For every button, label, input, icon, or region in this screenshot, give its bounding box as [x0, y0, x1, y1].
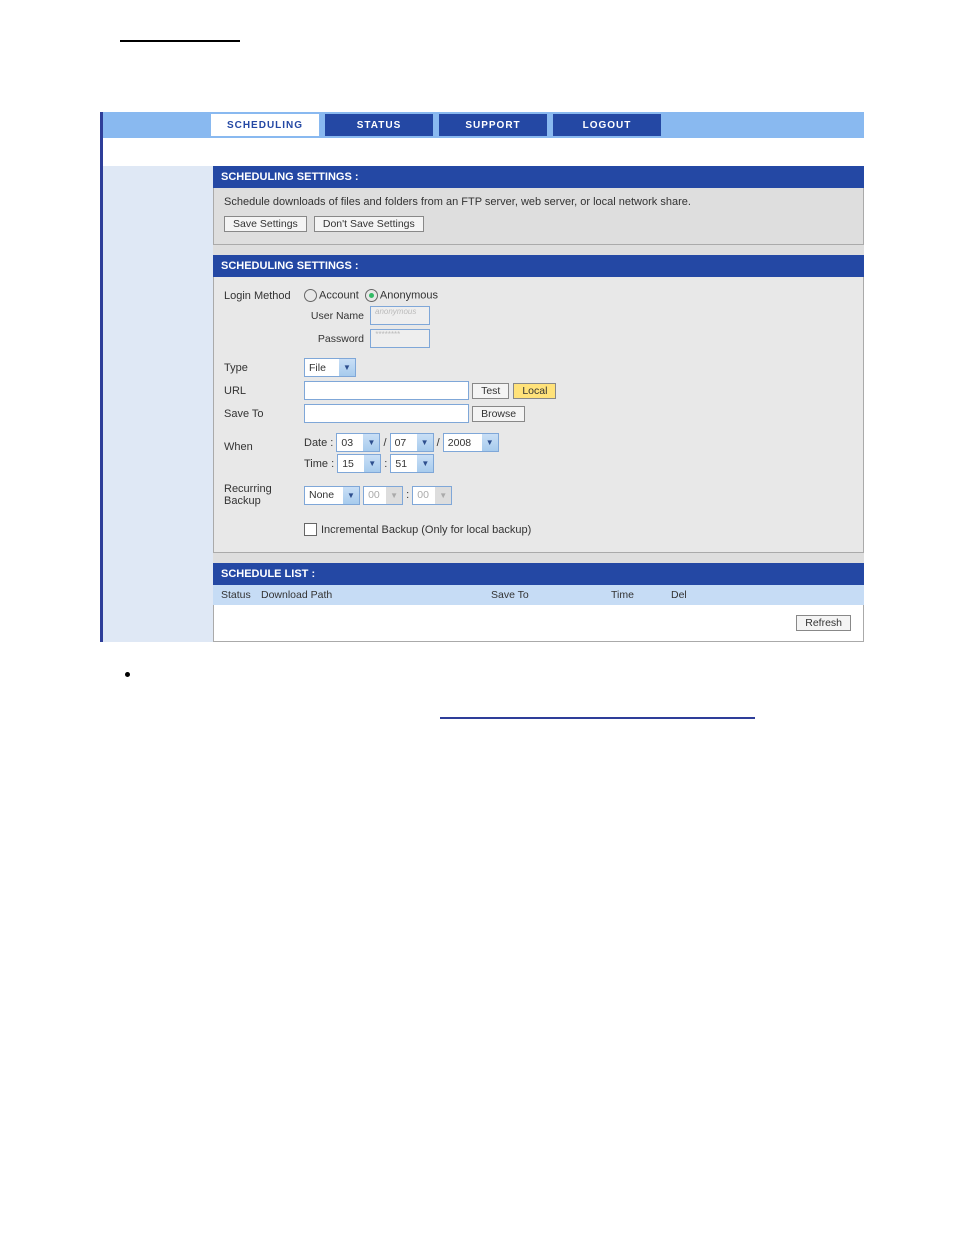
time-hour-select[interactable]: 15 ▼ [337, 454, 381, 473]
browse-button[interactable]: Browse [472, 406, 525, 422]
url-field[interactable] [304, 381, 469, 400]
type-select-value: File [309, 362, 335, 374]
password-label: Password [304, 333, 370, 345]
chevron-down-icon: ▼ [482, 434, 498, 451]
date-year-select[interactable]: 2008 ▼ [443, 433, 499, 452]
when-label: When [224, 433, 304, 453]
schedule-list-title: SCHEDULE LIST : [213, 563, 864, 585]
recurring-hour-select[interactable]: 00 ▼ [363, 486, 403, 505]
url-label: URL [224, 385, 304, 397]
date-day-select[interactable]: 07 ▼ [390, 433, 434, 452]
link-divider [440, 717, 755, 719]
tab-status[interactable]: STATUS [325, 114, 433, 136]
col-del: Del [671, 589, 701, 601]
chevron-down-icon: ▼ [339, 359, 355, 376]
schedule-list-header: Status Download Path Save To Time Del [213, 585, 864, 605]
col-status: Status [221, 589, 261, 601]
type-select[interactable]: File ▼ [304, 358, 356, 377]
intro-panel-title: SCHEDULING SETTINGS : [213, 166, 864, 188]
col-save-to: Save To [491, 589, 611, 601]
col-time: Time [611, 589, 671, 601]
save-settings-button[interactable]: Save Settings [224, 216, 307, 232]
chevron-down-icon: ▼ [343, 487, 359, 504]
chevron-down-icon: ▼ [417, 434, 433, 451]
radio-account[interactable]: Account [304, 289, 359, 302]
top-divider [120, 40, 240, 42]
time-label: Time : [304, 458, 334, 470]
chevron-down-icon: ▼ [435, 487, 451, 504]
username-label: User Name [304, 310, 370, 322]
tab-label: SCHEDULING [227, 120, 303, 131]
date-month-select[interactable]: 03 ▼ [336, 433, 380, 452]
radio-anonymous[interactable]: Anonymous [365, 289, 438, 302]
chevron-down-icon: ▼ [386, 487, 402, 504]
date-label: Date : [304, 437, 333, 449]
local-button[interactable]: Local [513, 383, 556, 399]
dont-save-settings-button[interactable]: Don't Save Settings [314, 216, 424, 232]
test-button[interactable]: Test [472, 383, 509, 399]
radio-anonymous-label: Anonymous [380, 289, 438, 301]
type-label: Type [224, 362, 304, 374]
refresh-button[interactable]: Refresh [796, 615, 851, 631]
col-download-path: Download Path [261, 589, 491, 601]
username-field[interactable]: anonymous [370, 306, 430, 325]
tab-support[interactable]: SUPPORT [439, 114, 547, 136]
tab-logout[interactable]: LOGOUT [553, 114, 661, 136]
login-method-label: Login Method [224, 290, 304, 302]
recurring-label: Recurring Backup [224, 483, 304, 507]
password-field[interactable]: ******** [370, 329, 430, 348]
chevron-down-icon: ▼ [363, 434, 379, 451]
chevron-down-icon: ▼ [417, 455, 433, 472]
radio-account-label: Account [319, 289, 359, 301]
saveto-field[interactable] [304, 404, 469, 423]
settings-panel-title: SCHEDULING SETTINGS : [213, 255, 864, 277]
top-nav: SCHEDULING STATUS SUPPORT LOGOUT [103, 112, 864, 138]
time-minute-select[interactable]: 51 ▼ [390, 454, 434, 473]
recurring-select[interactable]: None ▼ [304, 486, 360, 505]
tab-label: SUPPORT [465, 120, 520, 131]
incremental-checkbox[interactable] [304, 523, 317, 536]
incremental-label: Incremental Backup (Only for local backu… [321, 524, 531, 536]
intro-panel-body: Schedule downloads of files and folders … [213, 188, 864, 245]
tab-label: STATUS [357, 120, 402, 131]
intro-desc: Schedule downloads of files and folders … [224, 196, 853, 208]
chevron-down-icon: ▼ [364, 455, 380, 472]
recurring-minute-select[interactable]: 00 ▼ [412, 486, 452, 505]
bullet-marker [125, 672, 130, 677]
sidebar [103, 166, 213, 642]
tab-label: LOGOUT [583, 120, 632, 131]
tab-scheduling[interactable]: SCHEDULING [211, 114, 319, 136]
saveto-label: Save To [224, 408, 304, 420]
